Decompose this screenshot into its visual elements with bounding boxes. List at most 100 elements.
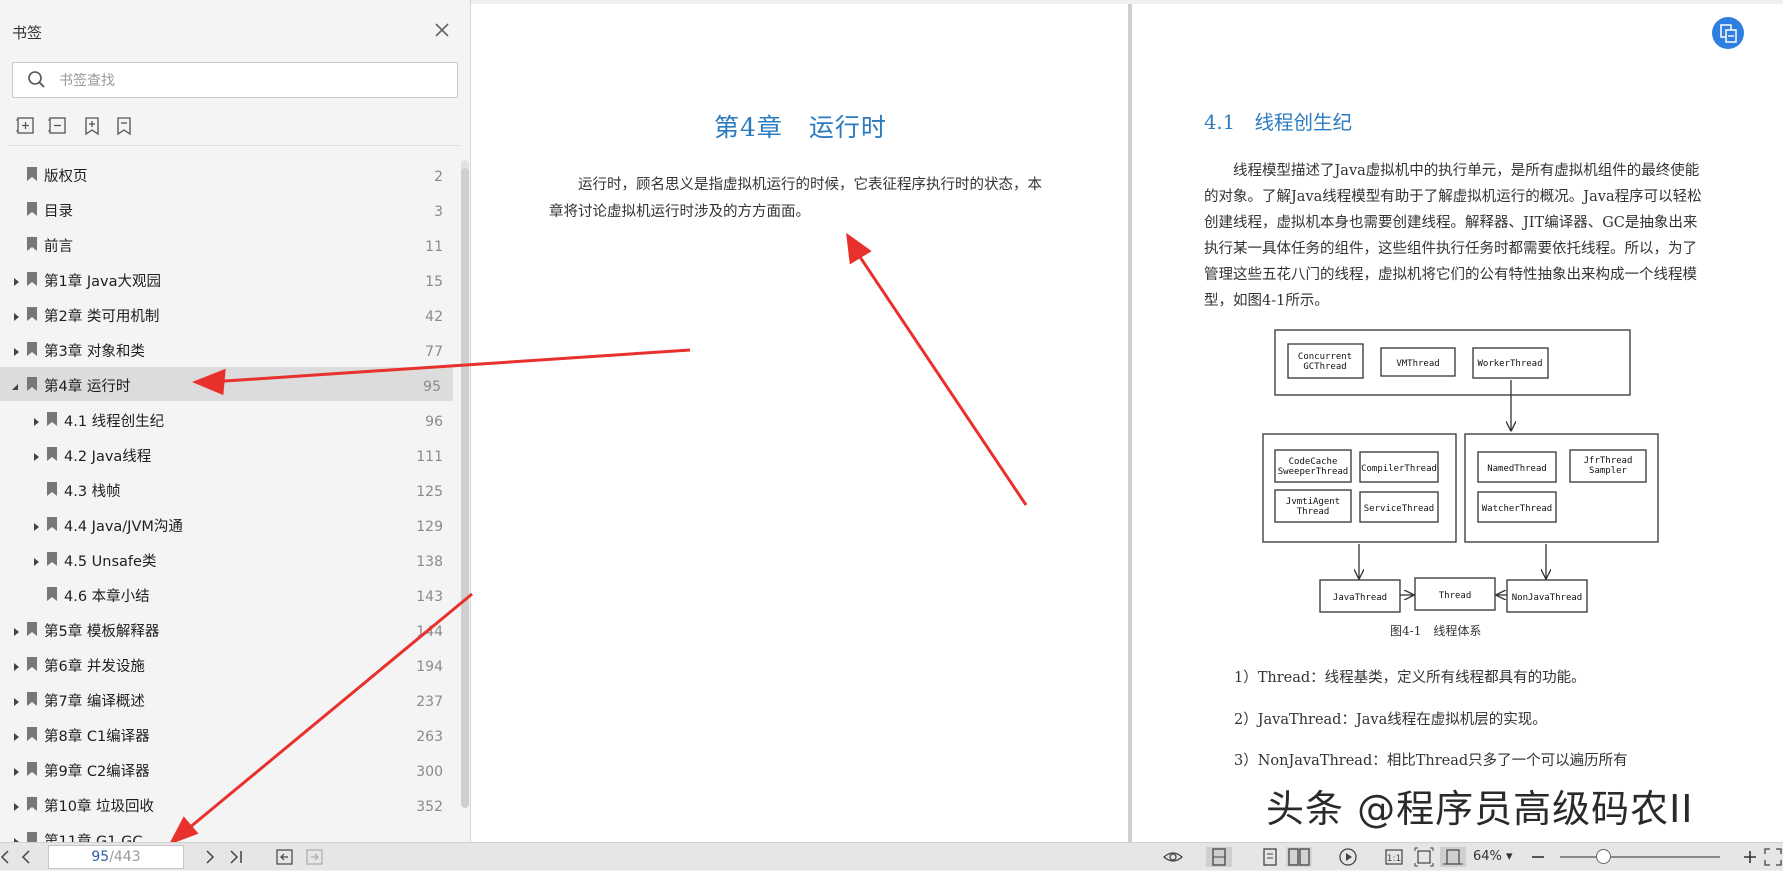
bookmark-icon [47, 446, 57, 461]
caret-right-icon[interactable] [30, 553, 42, 566]
expand-all-icon[interactable] [16, 116, 36, 136]
bookmark-page-number: 3 [434, 204, 443, 220]
bookmark-item[interactable]: 第5章 模板解释器 144 [0, 612, 455, 646]
bookmark-item[interactable]: 4.2 Java线程 111 [0, 437, 455, 471]
caret-right-icon[interactable] [10, 728, 22, 741]
bookmark-label: 第2章 类可用机制 [44, 309, 160, 325]
bookmark-item[interactable]: 4.1 线程创生纪 96 [0, 402, 455, 436]
scrollbar-thumb[interactable] [461, 168, 469, 808]
svg-text:Thread: Thread [1297, 507, 1330, 517]
add-bookmark-icon[interactable] [82, 116, 102, 136]
zoom-value: 64% [1473, 849, 1502, 864]
caret-right-icon[interactable] [10, 273, 22, 286]
caret-right-icon[interactable] [10, 763, 22, 776]
bookmark-icon [27, 341, 37, 356]
prev-page-icon[interactable] [16, 847, 36, 867]
fig-box-workerthread: WorkerThread [1477, 359, 1542, 369]
current-page: 95 [91, 849, 110, 865]
zoom-out-icon[interactable] [1528, 847, 1548, 867]
bookmark-item[interactable]: 第11章 G1 GC [0, 822, 455, 842]
bookmark-item[interactable]: 目录 3 [0, 192, 455, 226]
fit-page-icon[interactable] [1414, 847, 1434, 867]
zoom-level[interactable]: 64% ▾ [1473, 849, 1513, 864]
bookmark-page-number: 15 [425, 274, 443, 290]
page-96: 4.1 线程创生纪 线程模型描述了Java虚拟机中的执行单元，是所有虚拟机组件的… [1132, 4, 1783, 842]
bookmark-icon [27, 166, 37, 181]
bookmark-page-number: 144 [416, 624, 443, 640]
bookmark-search-input[interactable] [57, 69, 441, 93]
caret-right-icon[interactable] [10, 343, 22, 356]
caret-right-icon[interactable] [30, 518, 42, 531]
bookmark-page-number: 138 [416, 554, 443, 570]
caret-right-icon[interactable] [30, 413, 42, 426]
fit-width-icon[interactable] [1440, 847, 1466, 867]
svg-text:Sampler: Sampler [1589, 466, 1628, 476]
bookmark-label: 第10章 垃圾回收 [44, 799, 155, 815]
page-95: 第4章 运行时 运行时，顾名思义是指虚拟机运行的时候，它表征程序执行时的状态，本… [471, 4, 1128, 842]
caret-right-icon[interactable] [10, 658, 22, 671]
caret-right-icon[interactable] [10, 798, 22, 811]
bookmark-item[interactable]: 版权页 2 [0, 157, 455, 191]
bookmark-search[interactable] [12, 62, 458, 98]
caret-right-icon[interactable] [10, 833, 22, 842]
bookmark-label: 目录 [44, 204, 73, 220]
bookmark-item[interactable]: 第1章 Java大观园 15 [0, 262, 455, 296]
bookmark-item[interactable]: 4.4 Java/JVM沟通 129 [0, 507, 455, 541]
bookmark-item[interactable]: 第6章 并发设施 194 [0, 647, 455, 681]
double-page-icon[interactable] [1286, 847, 1312, 867]
eye-protect-icon[interactable] [1162, 847, 1183, 867]
actual-size-icon[interactable]: 1:1 [1384, 847, 1404, 867]
bookmark-item[interactable]: 前言 11 [0, 227, 455, 261]
list-item: 1）Thread：线程基类，定义所有线程都具有的功能。 [1234, 670, 1586, 686]
bookmark-label: 4.5 Unsafe类 [64, 554, 157, 570]
collapse-all-icon[interactable] [48, 116, 68, 136]
status-bar: 95/443 1:1 64% ▾ [0, 842, 1783, 870]
caret-right-icon[interactable] [30, 448, 42, 461]
close-icon[interactable] [432, 20, 452, 40]
fig-box-watcherthread: WatcherThread [1482, 504, 1552, 514]
continuous-page-icon[interactable] [1260, 847, 1280, 867]
bookmark-item[interactable]: 4.5 Unsafe类 138 [0, 542, 455, 576]
chapter-title: 第4章 运行时 [714, 113, 887, 142]
fig-box-javathread: JavaThread [1333, 593, 1387, 603]
bookmark-page-number: 129 [416, 519, 443, 535]
bookmark-icon [27, 621, 37, 636]
bookmark-icon [47, 586, 57, 601]
bookmark-label: 4.2 Java线程 [64, 449, 152, 465]
back-icon[interactable] [275, 847, 295, 867]
page-number-input[interactable]: 95/443 [48, 845, 184, 869]
zoom-slider[interactable] [1560, 856, 1720, 858]
delete-bookmark-icon[interactable] [114, 116, 134, 136]
bookmark-item[interactable]: 第3章 对象和类 77 [0, 332, 455, 366]
next-page-icon[interactable] [200, 847, 220, 867]
bookmark-page-number: 42 [425, 309, 443, 325]
bookmark-label: 4.6 本章小结 [64, 589, 150, 605]
bookmark-item[interactable]: 第2章 类可用机制 42 [0, 297, 455, 331]
bookmark-page-number: 95 [423, 379, 441, 395]
caret-down-icon[interactable] [10, 378, 22, 390]
zoom-in-icon[interactable] [1740, 847, 1760, 867]
thread-hierarchy-figure: Concurrent GCThread VMThread WorkerThrea… [1262, 329, 1659, 613]
fig-box-vmthread: VMThread [1396, 359, 1439, 369]
caret-right-icon[interactable] [10, 308, 22, 321]
translate-float-button[interactable] [1712, 17, 1744, 49]
document-view[interactable]: 第4章 运行时 运行时，顾名思义是指虚拟机运行的时候，它表征程序执行时的状态，本… [471, 0, 1783, 842]
zoom-slider-knob[interactable] [1596, 849, 1612, 864]
bookmark-item[interactable]: 第4章 运行时 95 [0, 367, 453, 401]
last-page-icon[interactable] [226, 847, 246, 867]
bookmark-label: 4.1 线程创生纪 [64, 414, 165, 430]
bookmark-item[interactable]: 4.3 栈帧 125 [0, 472, 455, 506]
bookmark-item[interactable]: 第8章 C1编译器 263 [0, 717, 455, 751]
caret-right-icon[interactable] [10, 623, 22, 636]
bookmark-panel-title: 书签 [12, 24, 43, 42]
bookmark-item[interactable]: 第10章 垃圾回收 352 [0, 787, 455, 821]
caret-right-icon[interactable] [10, 693, 22, 706]
forward-icon[interactable] [305, 847, 325, 867]
single-page-icon[interactable] [1206, 847, 1232, 867]
bookmark-item[interactable]: 第7章 编译概述 237 [0, 682, 455, 716]
bookmark-item[interactable]: 第9章 C2编译器 300 [0, 752, 455, 786]
bookmark-scrollbar[interactable] [461, 160, 469, 808]
bookmark-item[interactable]: 4.6 本章小结 143 [0, 577, 455, 611]
fullscreen-icon[interactable] [1763, 847, 1783, 867]
play-icon[interactable] [1338, 847, 1358, 867]
